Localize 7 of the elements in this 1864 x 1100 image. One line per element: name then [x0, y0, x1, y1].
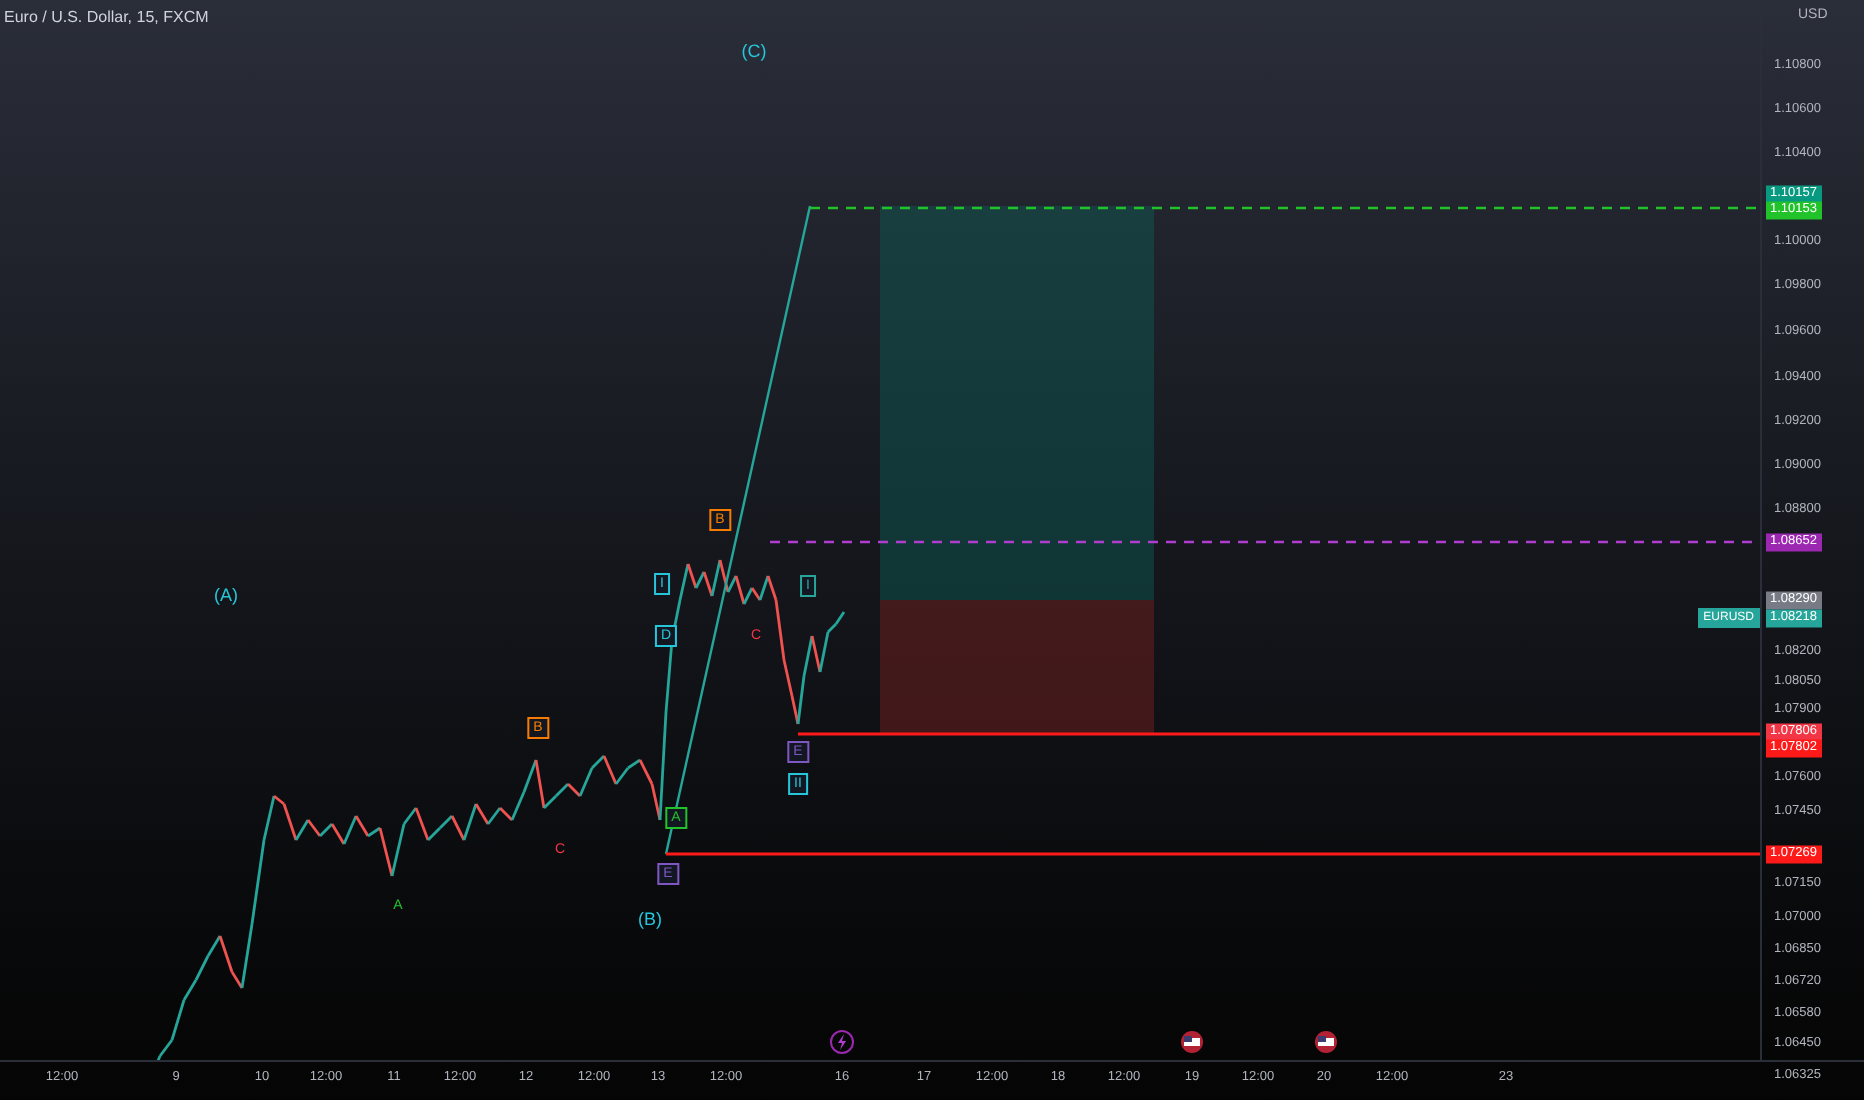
wave-label: (C) — [741, 43, 767, 61]
lightning-event-icon[interactable] — [830, 1030, 854, 1054]
flag-event-icon[interactable] — [1314, 1030, 1338, 1054]
flag-event-icon[interactable] — [1180, 1030, 1204, 1054]
chart-title: Euro / U.S. Dollar, 15, FXCM — [4, 6, 209, 30]
wave-label: (A) — [214, 587, 238, 605]
wave-label: (B) — [638, 911, 662, 929]
